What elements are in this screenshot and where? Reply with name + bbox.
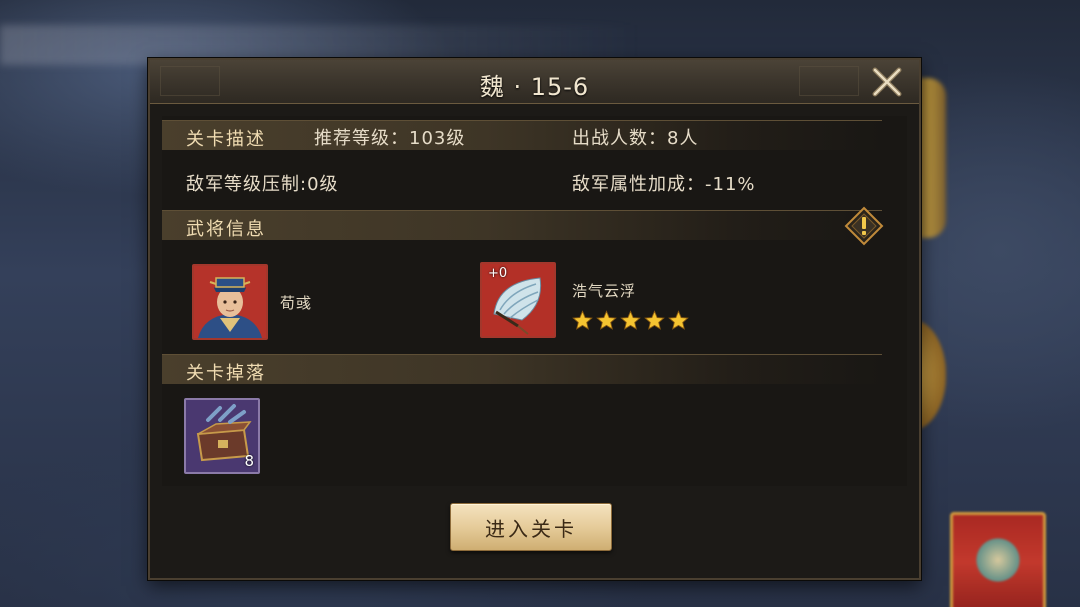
dialog-title-bar: 魏 · 15-6 — [150, 60, 919, 104]
hero-name: 荀彧 — [280, 294, 313, 312]
hero-portrait-icon — [194, 266, 266, 338]
treasure-name: 浩气云浮 — [572, 282, 637, 300]
star-icon — [644, 310, 665, 330]
enemy-level-suppression: 敌军等级压制:0级 — [186, 174, 339, 195]
enemy-attribute-bonus: 敌军属性加成：-11% — [572, 174, 756, 195]
treasure-enhance-level: +0 — [488, 266, 508, 281]
stage-info-bar: 关卡描述 — [162, 120, 882, 150]
recommended-level: 推荐等级：103级 — [314, 128, 466, 149]
team-size: 出战人数：8人 — [572, 128, 699, 149]
star-icon — [572, 310, 593, 330]
drop-count: 8 — [244, 452, 254, 470]
dialog-content: 关卡描述 推荐等级：103级 出战人数：8人 敌军等级压制:0级 敌军属性加成：… — [162, 116, 907, 486]
treasure-item[interactable]: +0 — [480, 262, 556, 338]
stage-dialog: 魏 · 15-6 关卡描述 推荐等级：103级 出战人数：8人 敌军等级压制:0… — [148, 58, 921, 580]
drops-heading: 关卡掉落 — [186, 363, 266, 384]
background-card — [950, 512, 1046, 607]
drop-item[interactable]: 8 — [184, 398, 260, 474]
treasure-star-rating — [572, 310, 689, 331]
hero-portrait[interactable] — [192, 264, 268, 340]
close-button[interactable] — [867, 64, 907, 100]
dialog-title: 魏 · 15-6 — [479, 73, 590, 101]
close-icon — [872, 67, 902, 97]
star-icon — [668, 310, 689, 330]
general-info-bar: 武将信息 — [162, 210, 882, 240]
warning-icon[interactable] — [844, 206, 884, 246]
star-icon — [620, 310, 641, 330]
enter-stage-button[interactable]: 进入关卡 — [450, 503, 612, 551]
star-icon — [596, 310, 617, 330]
stage-info-heading: 关卡描述 — [186, 129, 266, 150]
drops-bar: 关卡掉落 — [162, 354, 882, 384]
general-info-heading: 武将信息 — [186, 219, 266, 240]
